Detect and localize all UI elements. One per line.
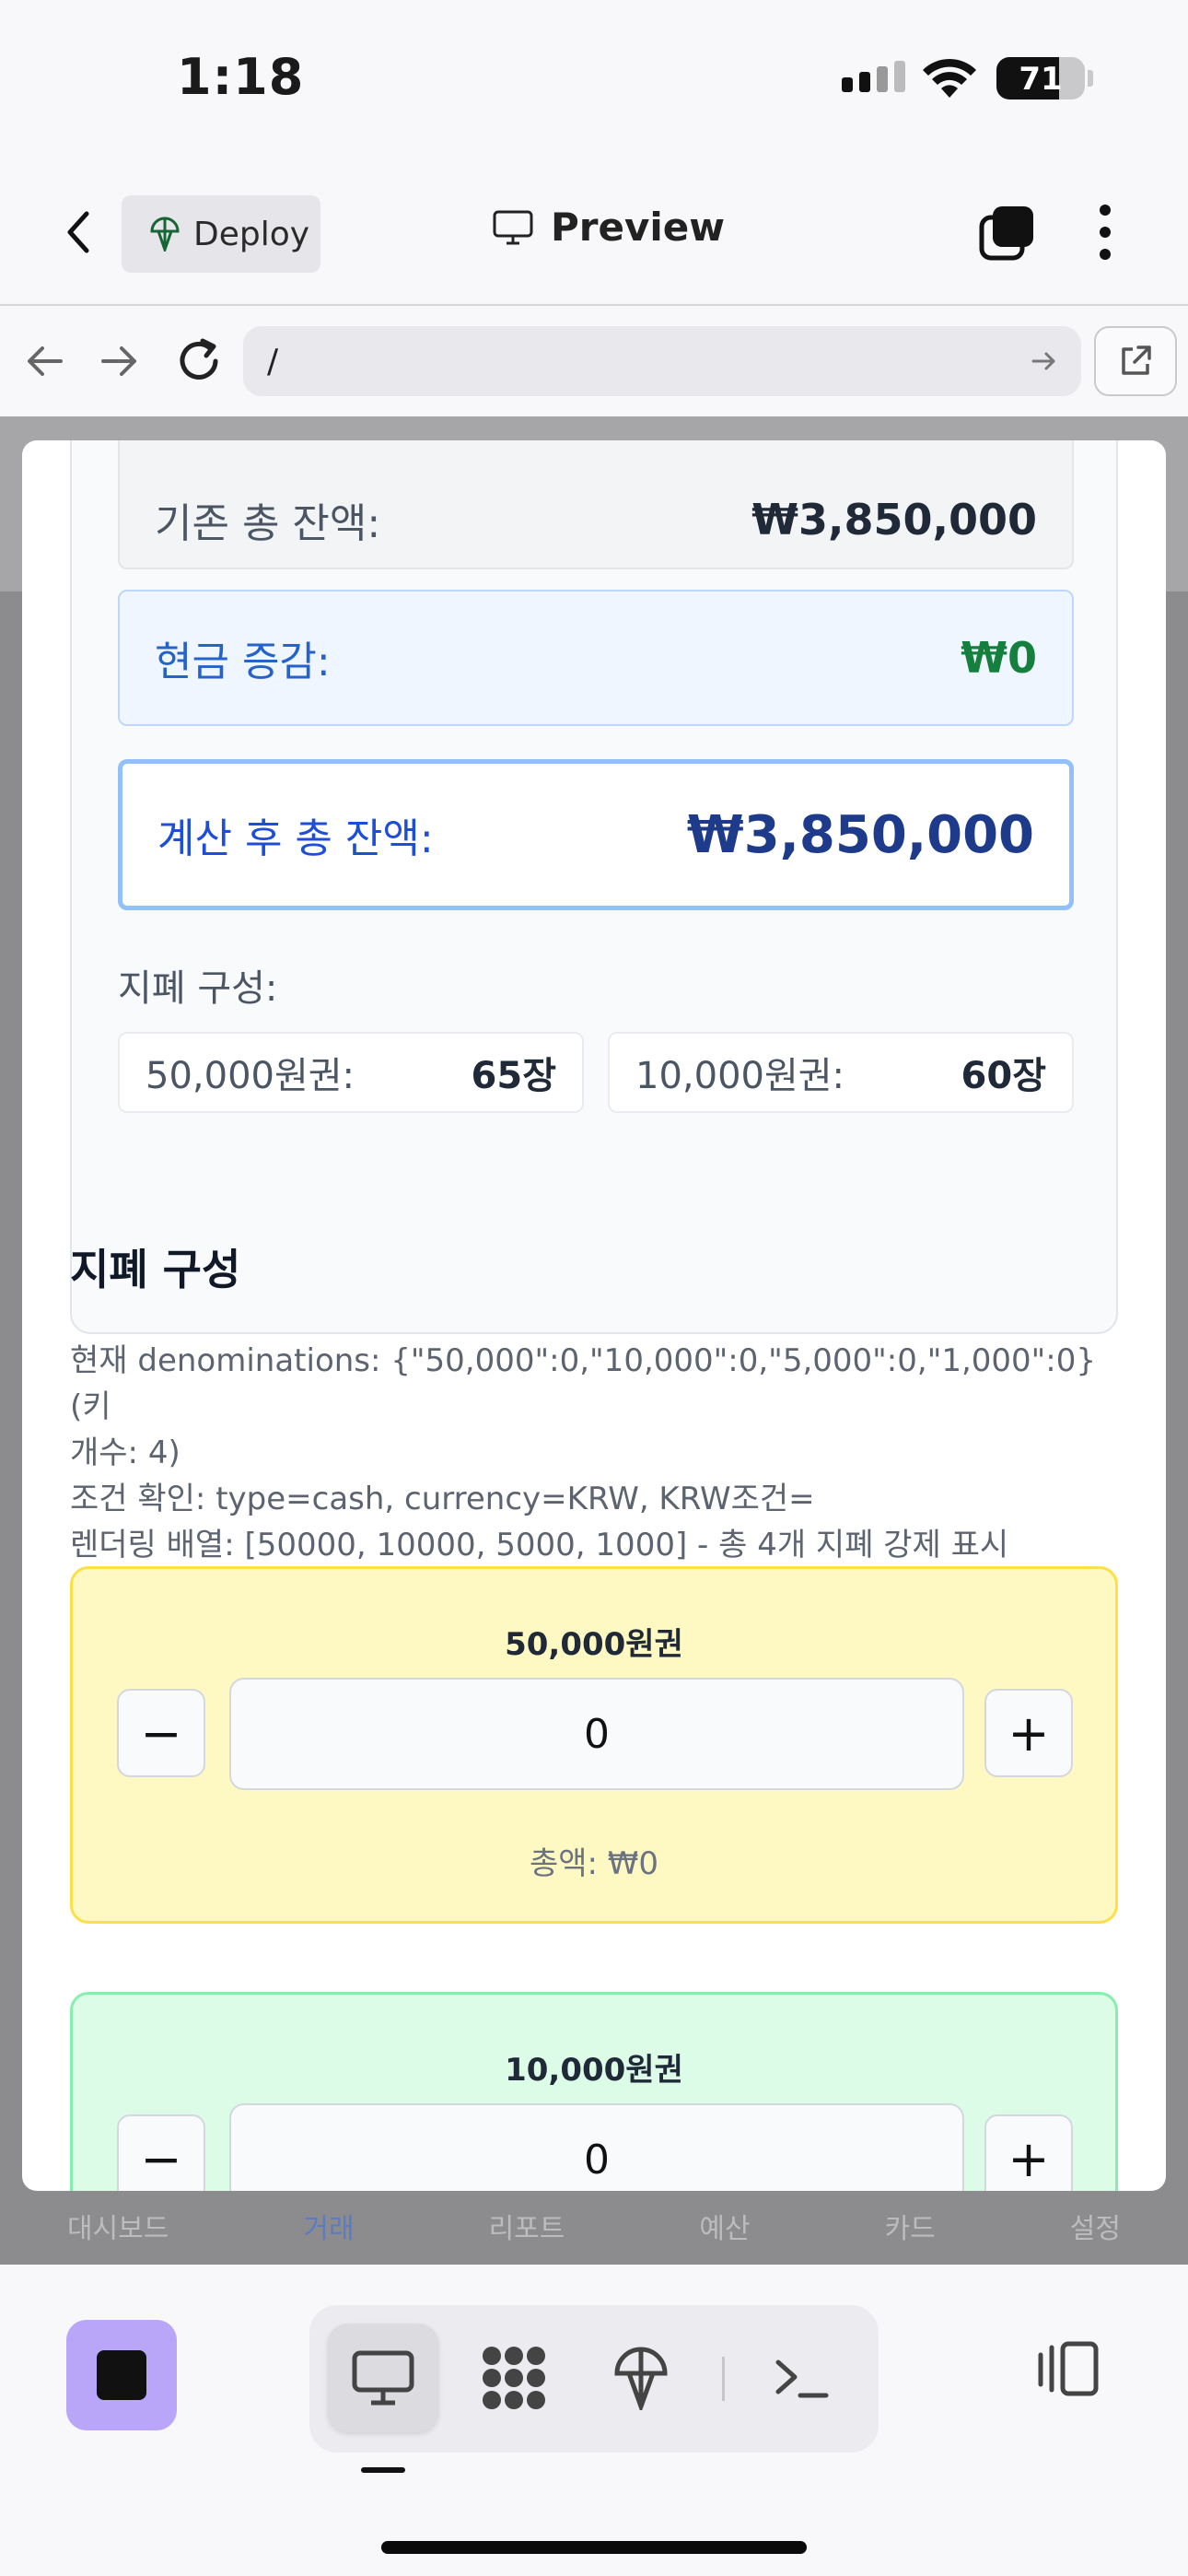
tool-deploy[interactable] [586,2324,696,2432]
cellular-signal-icon [842,61,905,92]
debug-line: 현재 denominations: {"50,000":0,"10,000":0… [70,1342,1097,1425]
bill-count: 65장 [471,1055,556,1097]
decrement-button[interactable]: − [117,2114,205,2191]
increment-button[interactable]: + [984,1689,1073,1777]
go-arrow-icon[interactable] [1028,345,1061,378]
debug-line: 조건 확인: type=cash, currency=KRW, KRW조건= [70,1481,815,1517]
decrement-button[interactable]: − [117,1689,205,1777]
apps-icon [483,2347,545,2409]
debug-info: 현재 denominations: {"50,000":0,"10,000":0… [70,1338,1129,1568]
wifi-icon [923,58,976,98]
deploy-icon [150,217,180,252]
cash-modal: 기존 총 잔액: ₩3,850,000 현금 증감: ₩0 계산 후 총 잔액:… [22,440,1166,2191]
preview-label: Preview [551,205,726,250]
bottom-toolbar [0,2265,1188,2576]
stop-icon [97,2350,146,2400]
bill-count: 60장 [961,1055,1046,1097]
balance-summary: 기존 총 잔액: ₩3,850,000 현금 증감: ₩0 계산 후 총 잔액:… [70,440,1118,1334]
base-balance-row: 기존 총 잔액: ₩3,850,000 [118,440,1074,569]
monitor-icon [352,2350,414,2406]
tool-switcher [309,2305,879,2453]
status-time: 1:18 [177,48,305,106]
stop-button[interactable] [66,2320,177,2430]
denomination-card-50000: 50,000원권 − 0 + 총액: ₩0 [70,1566,1118,1924]
deploy-button[interactable]: Deploy [122,195,320,273]
background-tab: 카드 [884,2213,936,2245]
browser-bar: / [0,306,1188,416]
quantity-input[interactable]: 0 [229,2103,964,2191]
denomination-title: 50,000원권 [505,1626,683,1663]
denomination-card-10000: 10,000원권 − 0 + [70,1992,1118,2191]
open-external-button[interactable] [1094,326,1177,396]
after-balance-row: 계산 후 총 잔액: ₩3,850,000 [118,759,1074,910]
base-balance-label: 기존 총 잔액: [155,500,381,547]
bill-composition-label: 지폐 구성: [118,967,278,1010]
tabs-icon[interactable] [978,205,1035,262]
battery-level: 71 [1019,61,1063,98]
bill-count-50000: 50,000원권: 65장 [118,1032,584,1113]
cash-change-row: 현금 증감: ₩0 [118,590,1074,726]
base-balance-value: ₩3,850,000 [751,495,1037,544]
denomination-total: 총액: ₩0 [529,1845,659,1882]
app-header: Deploy Preview [0,157,1188,306]
bill-label: 50,000원권: [146,1055,355,1097]
tool-terminal[interactable] [746,2324,856,2432]
more-vertical-icon[interactable] [1092,203,1118,262]
quantity-input[interactable]: 0 [229,1678,964,1790]
cash-change-label: 현금 증감: [155,638,331,685]
background-tab: 예산 [699,2213,751,2245]
background-tab: 거래 [303,2213,355,2245]
nav-forward-icon[interactable] [92,334,147,389]
url-input[interactable]: / [243,326,1081,396]
monitor-icon [493,210,533,244]
terminal-icon [775,2359,829,2398]
home-indicator [381,2541,807,2554]
tool-apps[interactable] [459,2324,569,2432]
deploy-label: Deploy [193,215,310,253]
nav-back-icon[interactable] [17,334,72,389]
background-tab: 대시보드 [66,2213,169,2245]
increment-button[interactable]: + [984,2114,1073,2191]
external-link-icon [1122,345,1151,375]
denominations-title: 지폐 구성 [70,1245,241,1294]
background-tab: 리포트 [488,2213,565,2245]
tool-preview[interactable] [328,2324,438,2432]
battery-icon: 71 [996,57,1085,100]
bill-count-10000: 10,000원권: 60장 [608,1032,1074,1113]
deploy-icon [614,2347,668,2410]
preview-title: Preview [492,205,725,250]
active-tool-indicator [361,2467,405,2473]
cash-change-value: ₩0 [961,633,1037,683]
debug-line: 렌더링 배열: [50000, 10000, 5000, 1000] - 총 4… [70,1527,1009,1563]
panel-toggle-icon[interactable] [1035,2340,1101,2397]
background-tab-bar: 대시보드 거래 리포트 예산 카드 설정 [0,2204,1188,2265]
reload-icon[interactable] [171,334,227,389]
background-tab: 설정 [1069,2213,1121,2245]
denomination-title: 10,000원권 [505,2052,683,2089]
back-chevron-icon[interactable] [52,205,107,260]
url-text: / [267,342,279,381]
after-balance-label: 계산 후 총 잔액: [157,815,434,862]
bill-label: 10,000원권: [635,1055,845,1097]
status-bar: 1:18 71 [0,0,1188,157]
debug-line: 개수: 4) [70,1434,181,1471]
after-balance-value: ₩3,850,000 [686,804,1034,865]
